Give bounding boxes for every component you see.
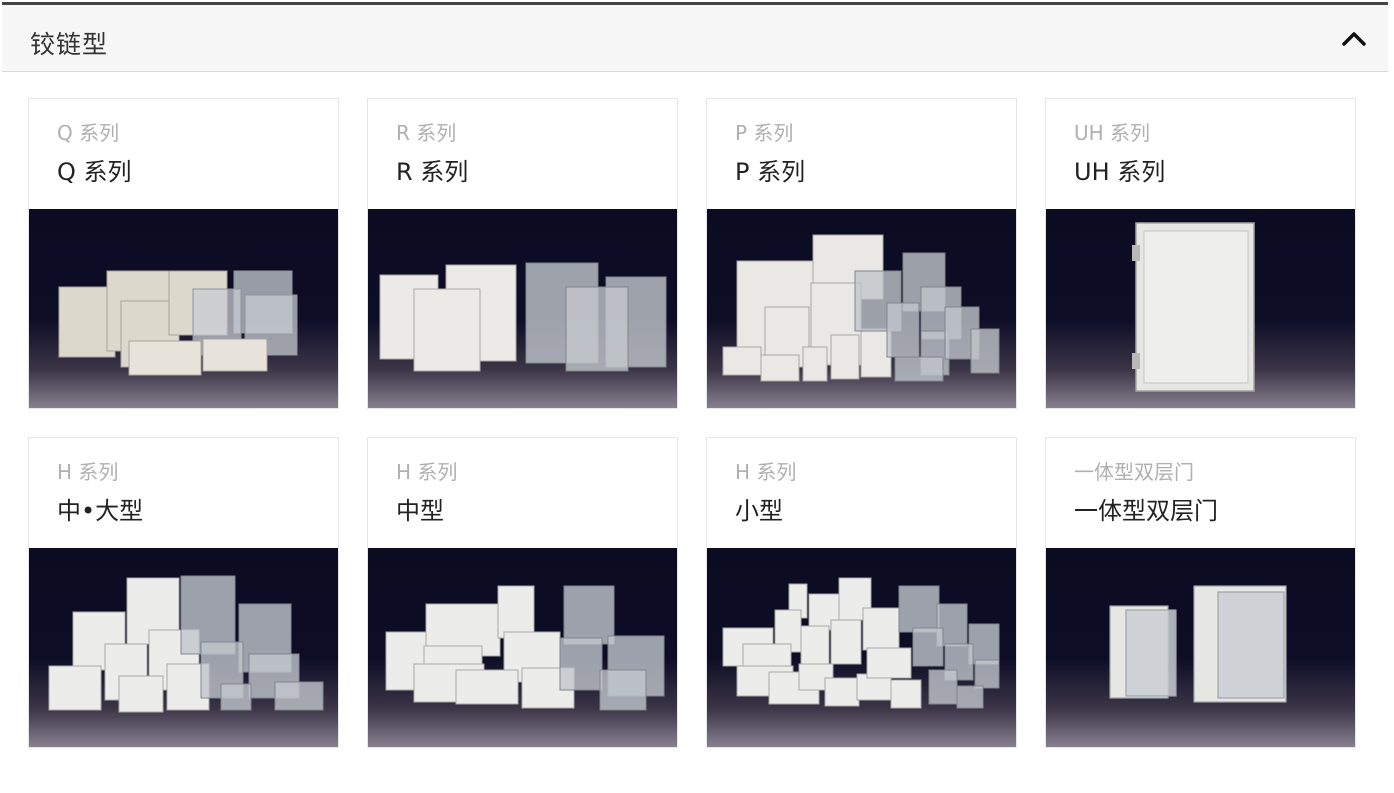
card-subtitle: Q 系列 xyxy=(57,121,120,145)
product-image xyxy=(1046,209,1355,408)
product-card-r-series[interactable]: R 系列 R 系列 xyxy=(367,98,678,409)
card-title: 中•大型 xyxy=(57,497,144,525)
card-subtitle: R 系列 xyxy=(396,121,457,145)
section-title: 铰链型 xyxy=(30,30,109,59)
product-card-uh-series[interactable]: UH 系列 UH 系列 xyxy=(1045,98,1356,409)
card-subtitle: H 系列 xyxy=(735,460,797,484)
product-image xyxy=(368,209,677,408)
product-card-h-series-medium-large[interactable]: H 系列 中•大型 xyxy=(28,437,339,748)
card-subtitle: H 系列 xyxy=(57,460,119,484)
card-subtitle: UH 系列 xyxy=(1074,121,1151,145)
card-title: P 系列 xyxy=(735,158,806,186)
card-subtitle: H 系列 xyxy=(396,460,458,484)
card-title: Q 系列 xyxy=(57,158,132,186)
card-title: 小型 xyxy=(735,497,783,525)
product-card-h-series-medium[interactable]: H 系列 中型 xyxy=(367,437,678,748)
card-subtitle: P 系列 xyxy=(735,121,794,145)
product-image xyxy=(29,548,338,747)
card-title: UH 系列 xyxy=(1074,158,1166,186)
chevron-up-icon[interactable] xyxy=(1338,23,1370,55)
product-card-h-series-small[interactable]: H 系列 小型 xyxy=(706,437,1017,748)
product-image xyxy=(1046,548,1355,747)
card-subtitle: 一体型双层门 xyxy=(1074,460,1194,484)
hinged-type-section: 铰链型 xyxy=(2,2,1388,72)
product-card-p-series[interactable]: P 系列 P 系列 xyxy=(706,98,1017,409)
product-card-q-series[interactable]: Q 系列 Q 系列 xyxy=(28,98,339,409)
product-card-integrated-double-door[interactable]: 一体型双层门 一体型双层门 xyxy=(1045,437,1356,748)
card-title: R 系列 xyxy=(396,158,469,186)
product-image xyxy=(29,209,338,408)
card-title: 一体型双层门 xyxy=(1074,497,1218,525)
section-header[interactable]: 铰链型 xyxy=(2,2,1388,72)
product-image xyxy=(368,548,677,747)
card-title: 中型 xyxy=(396,497,444,525)
product-image xyxy=(707,209,1016,408)
product-grid: Q 系列 Q 系列 R 系列 R 系列 P 系列 P 系列 UH 系列 UH 系… xyxy=(28,98,1356,748)
product-image xyxy=(707,548,1016,747)
